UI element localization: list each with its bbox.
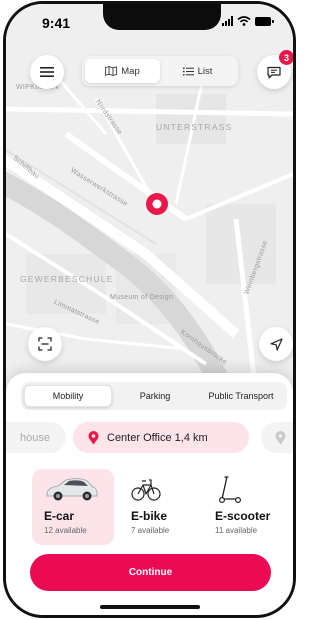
vehicle-options: E-car 12 available E-bike 7 available E-… <box>6 469 293 547</box>
bicycle-icon <box>131 479 161 501</box>
location-chip-label: W <box>294 432 296 444</box>
vehicle-availability: 12 available <box>44 526 87 535</box>
continue-button[interactable]: Continue <box>30 554 271 591</box>
map-label: UNTERSTRASS <box>156 122 233 132</box>
location-chip[interactable]: house <box>6 422 66 453</box>
vehicle-name: E-scooter <box>215 509 271 523</box>
vehicle-availability: 11 available <box>215 526 258 535</box>
location-pin-icon <box>88 430 99 444</box>
wifi-icon <box>237 16 251 26</box>
location-chip-selected[interactable]: Center Office 1,4 km <box>73 422 249 453</box>
messages-button[interactable]: 3 <box>257 50 293 89</box>
vehicle-option-ecar[interactable]: E-car 12 available <box>32 469 114 545</box>
status-time: 9:41 <box>42 15 71 31</box>
tab-list-label: List <box>197 65 213 77</box>
bottom-sheet: Mobility Parking Public Transport house … <box>6 373 293 615</box>
map-list-toggle[interactable]: Map List <box>82 56 238 86</box>
tab-map-label: Map <box>121 65 140 77</box>
location-chip-label: Center Office 1,4 km <box>107 431 208 444</box>
map-icon <box>105 66 118 76</box>
map-label: Museum of Design <box>110 294 174 301</box>
hamburger-icon <box>40 67 54 77</box>
status-bar: 9:41 <box>6 4 293 44</box>
tab-public-transport[interactable]: Public Transport <box>198 385 284 407</box>
location-chip[interactable]: W <box>261 422 296 453</box>
scan-button[interactable] <box>28 327 62 361</box>
category-tabs: Mobility Parking Public Transport <box>21 382 287 410</box>
phone-frame: WIPKINGEN UNTERSTRASS Wasserwerkstrasse … <box>3 1 296 618</box>
chat-icon <box>267 66 281 78</box>
signal-icon <box>222 16 233 26</box>
tab-list[interactable]: List <box>160 59 235 83</box>
location-pin-icon <box>275 430 286 444</box>
locate-me-button[interactable] <box>259 327 293 361</box>
battery-icon <box>255 16 274 26</box>
status-icons <box>222 16 274 26</box>
location-chips: house Center Office 1,4 km W <box>6 422 293 456</box>
tab-map[interactable]: Map <box>85 59 160 83</box>
map-label: GEWERBESCHULE <box>20 274 114 284</box>
notch <box>103 4 221 30</box>
home-indicator <box>100 605 200 609</box>
scan-icon <box>38 337 52 351</box>
vehicle-option-escooter[interactable]: E-scooter 11 available <box>203 469 285 545</box>
vehicle-name: E-bike <box>131 509 168 523</box>
menu-button[interactable] <box>30 55 64 89</box>
navigation-arrow-icon <box>269 337 283 351</box>
vehicle-name: E-car <box>44 509 75 523</box>
tab-mobility[interactable]: Mobility <box>24 385 112 407</box>
vehicle-option-ebike[interactable]: E-bike 7 available <box>119 469 201 545</box>
list-icon <box>182 67 194 75</box>
scooter-icon <box>218 476 242 504</box>
tab-parking[interactable]: Parking <box>112 385 198 407</box>
vehicle-availability: 7 available <box>131 526 170 535</box>
location-chip-label: house <box>20 431 50 444</box>
car-icon <box>46 478 98 501</box>
notification-badge: 3 <box>279 50 293 65</box>
